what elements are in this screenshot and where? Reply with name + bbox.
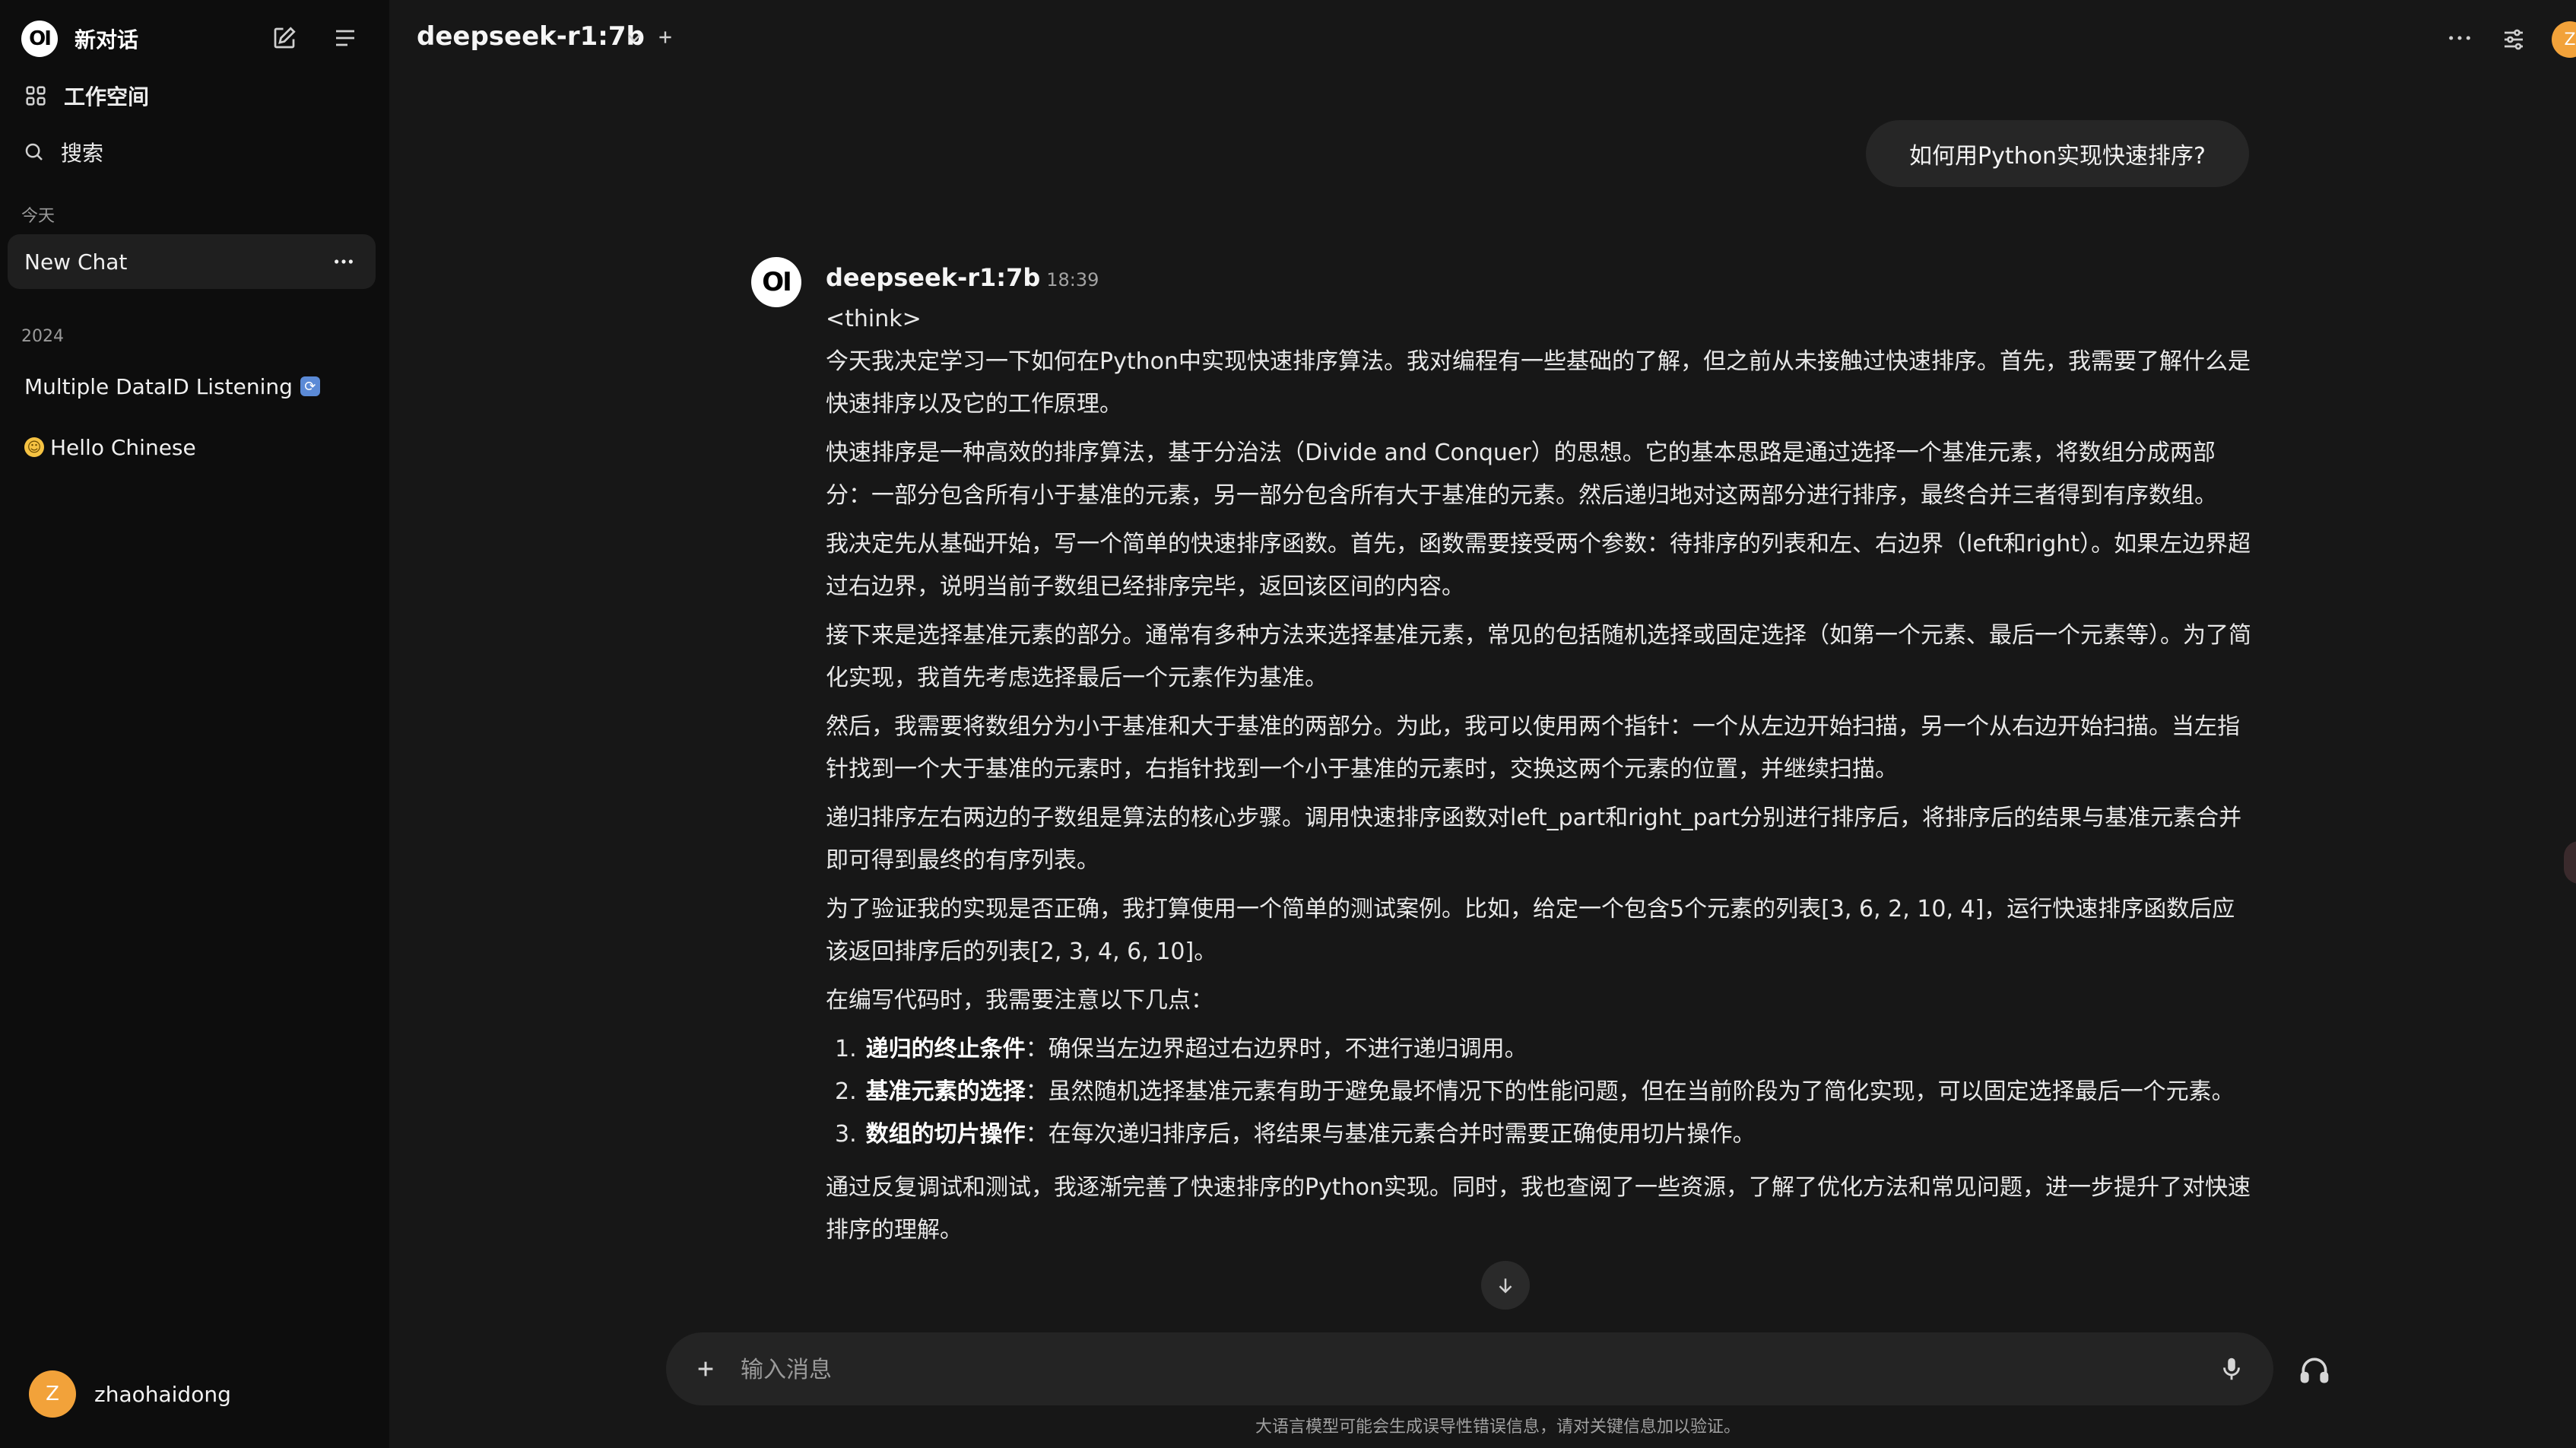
- message-paragraph: 接下来是选择基准元素的部分。通常有多种方法来选择基准元素，常见的包括随机选择或固…: [826, 622, 2251, 691]
- model-selector[interactable]: deepseek-r1:7b: [417, 21, 645, 52]
- message-paragraph: 通过反复调试和测试，我逐渐完善了快速排序的Python实现。同时，我也查阅了一些…: [826, 1174, 2251, 1243]
- microphone-icon[interactable]: [2217, 1354, 2246, 1384]
- settings-sliders-icon[interactable]: [2500, 26, 2527, 53]
- side-panel-handle[interactable]: [2564, 841, 2576, 884]
- chat-item-label: New Chat: [24, 249, 128, 275]
- grid-icon: [26, 86, 46, 106]
- search-icon: [25, 143, 43, 160]
- bot-header: deepseek-r1:7b 18:39: [826, 263, 1099, 292]
- list-item-text: ：在每次递归排序后，将结果与基准元素合并时需要正确使用切片操作。: [1025, 1121, 1756, 1148]
- message-paragraph: 递归排序左右两边的子数组是算法的核心步骤。调用快速排序函数对left_part和…: [826, 805, 2242, 874]
- chat-item-new-chat[interactable]: New Chat: [8, 234, 376, 289]
- list-item-title: 数组的切片操作: [865, 1121, 1026, 1148]
- message-paragraph: 在编写代码时，我需要注意以下几点：: [826, 987, 1213, 1014]
- model-name: deepseek-r1:7b: [417, 21, 645, 52]
- workspace-label: 工作空间: [64, 84, 150, 110]
- numbered-list: 1. 递归的终止条件：确保当左边界超过右边界时，不进行递归调用。 2. 基准元素的选…: [826, 1028, 2252, 1156]
- sidebar-item-workspace[interactable]: 工作空间: [23, 78, 149, 114]
- list-item-title: 递归的终止条件: [865, 1036, 1026, 1062]
- message-paragraph: 今天我决定学习一下如何在Python中实现快速排序算法。我对编程有一些基础的了解…: [826, 348, 2251, 418]
- message-paragraph: 为了验证我的实现是否正确，我打算使用一个简单的测试案例。比如，给定一个包含5个元…: [826, 896, 2235, 965]
- user-message-text: 如何用Python实现快速排序?: [1909, 143, 2206, 170]
- more-options-icon[interactable]: [333, 252, 354, 271]
- bot-avatar: OI: [751, 257, 801, 307]
- plus-icon[interactable]: [693, 1357, 718, 1381]
- chat-item-hello-chinese[interactable]: ☺ Hello Chinese: [8, 420, 376, 475]
- user-message: 如何用Python实现快速排序?: [1866, 120, 2249, 187]
- new-chat-title[interactable]: 新对话: [75, 24, 138, 54]
- list-item-title: 基准元素的选择: [865, 1078, 1026, 1105]
- chat-item-label: Hello Chinese: [50, 434, 196, 460]
- new-chat-edit-icon[interactable]: [271, 24, 298, 52]
- refresh-emoji-icon: ⟳: [300, 376, 320, 396]
- more-options-icon[interactable]: [2447, 29, 2473, 47]
- chevron-down-icon[interactable]: [623, 27, 645, 49]
- list-item-text: ：确保当左边界超过右边界时，不进行递归调用。: [1025, 1036, 1528, 1062]
- list-item: 3. 数组的切片操作：在每次递归排序后，将结果与基准元素合并时需要正确使用切片操作…: [826, 1113, 2252, 1156]
- arrow-down-icon: [1499, 1278, 1512, 1294]
- app-logo[interactable]: OI: [21, 21, 58, 57]
- user-profile[interactable]: Z zhaohaidong: [29, 1370, 231, 1418]
- chat-item-label: Multiple DataID Listening: [24, 373, 293, 399]
- search-label: 搜索: [61, 141, 104, 166]
- message-paragraph: 快速排序是一种高效的排序算法，基于分治法（Divide and Conquer）…: [826, 440, 2217, 509]
- bot-name: deepseek-r1:7b: [826, 263, 1041, 292]
- message-input[interactable]: [739, 1348, 2111, 1392]
- list-number: 1.: [835, 1036, 857, 1062]
- list-number: 2.: [835, 1078, 857, 1105]
- message-composer: [666, 1332, 2273, 1405]
- section-today: 今天: [21, 207, 56, 226]
- list-number: 3.: [835, 1121, 857, 1148]
- user-name: zhaohaidong: [94, 1381, 231, 1407]
- add-model-icon[interactable]: [655, 27, 675, 47]
- list-item-text: ：虽然随机选择基准元素有助于避免最坏情况下的性能问题，但在当前阶段为了简化实现，…: [1025, 1078, 2235, 1105]
- message-paragraph: 然后，我需要将数组分为小于基准和大于基准的两部分。为此，我可以使用两个指针：一个…: [826, 713, 2240, 783]
- sidebar-item-search[interactable]: 搜索: [23, 134, 103, 170]
- avatar: Z: [29, 1370, 76, 1418]
- avatar[interactable]: Z: [2552, 21, 2576, 58]
- sidebar-toggle-icon[interactable]: [332, 24, 359, 52]
- sidebar: OI 新对话 工作空间 搜索 今天 New Chat 2024 Multiple…: [0, 0, 389, 1448]
- message-paragraph: 我决定先从基础开始，写一个简单的快速排序函数。首先，函数需要接受两个参数：待排序…: [826, 531, 2251, 600]
- list-item: 2. 基准元素的选择：虽然随机选择基准元素有助于避免最坏情况下的性能问题，但在当前…: [826, 1071, 2252, 1113]
- scroll-to-bottom-button[interactable]: [1481, 1261, 1530, 1310]
- disclaimer-text: 大语言模型可能会生成误导性错误信息，请对关键信息加以验证。: [1255, 1418, 1740, 1437]
- smile-emoji-icon: ☺: [24, 437, 44, 457]
- assistant-message: <think> 今天我决定学习一下如何在Python中实现快速排序算法。我对编程…: [826, 298, 2252, 1258]
- section-2024: 2024: [21, 327, 64, 346]
- message-timestamp: 18:39: [1046, 269, 1099, 291]
- headphones-icon[interactable]: [2298, 1354, 2331, 1387]
- sidebar-header: OI 新对话: [0, 0, 389, 76]
- list-item: 1. 递归的终止条件：确保当左边界超过右边界时，不进行递归调用。: [826, 1028, 2252, 1071]
- chat-item-multiple-dataid[interactable]: Multiple DataID Listening ⟳: [8, 359, 376, 414]
- think-tag: <think>: [826, 306, 922, 332]
